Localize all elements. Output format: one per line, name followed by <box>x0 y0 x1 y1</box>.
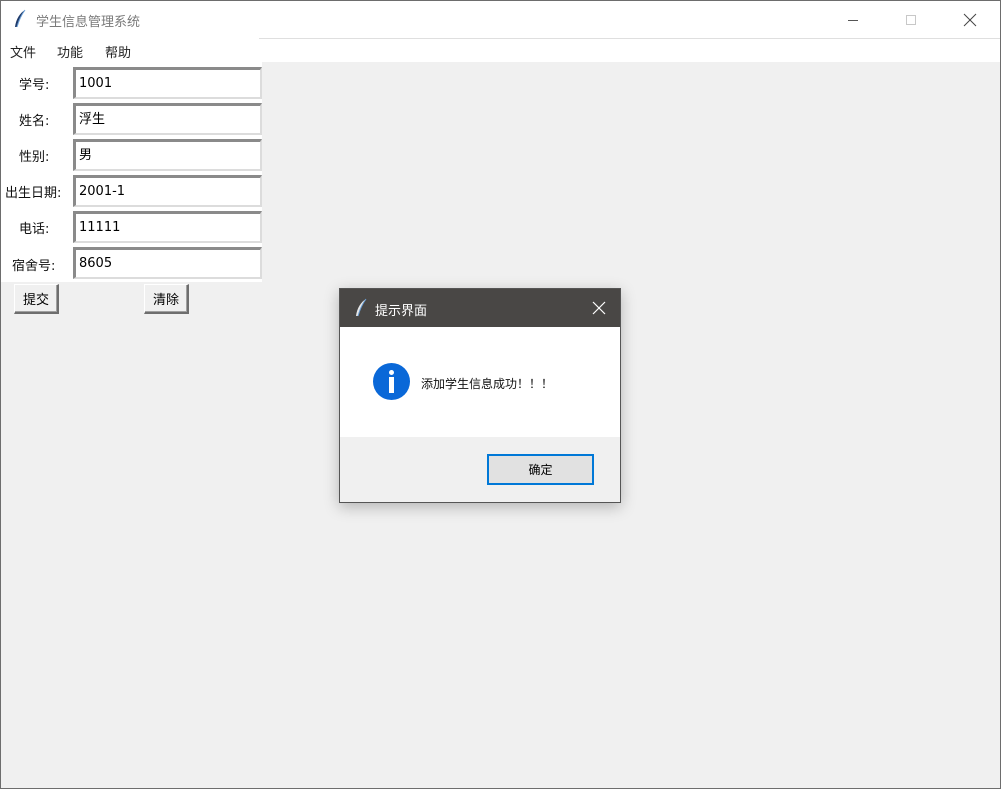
label-phone: 电话: <box>19 222 50 237</box>
submit-button[interactable]: 提交 <box>14 284 59 314</box>
dialog-message: 添加学生信息成功！！！ <box>421 377 554 391</box>
feather-icon <box>13 9 27 29</box>
label-student-id: 学号: <box>19 78 50 93</box>
menu-file[interactable]: 文件 <box>10 42 36 61</box>
maximize-icon <box>906 14 916 25</box>
menu-bar: 文件 功能 帮助 <box>1 38 1000 62</box>
info-icon <box>373 363 410 400</box>
gender-input[interactable]: 男 <box>73 139 262 171</box>
menu-help[interactable]: 帮助 <box>105 42 131 61</box>
dialog-body: 添加学生信息成功！！！ <box>340 327 620 437</box>
clear-button[interactable]: 清除 <box>144 284 189 314</box>
minimize-icon <box>848 19 858 21</box>
phone-input[interactable]: 11111 <box>73 211 262 243</box>
maximize-button[interactable] <box>882 1 940 38</box>
title-bar: 学生信息管理系统 <box>1 1 1000 38</box>
message-dialog: 提示界面 添加学生信息成功！！！ 确定 <box>339 288 621 503</box>
dialog-footer: 确定 <box>340 437 620 502</box>
menu-function[interactable]: 功能 <box>57 42 83 61</box>
close-button[interactable] <box>941 1 999 38</box>
dialog-title: 提示界面 <box>375 304 428 319</box>
feather-icon <box>354 298 368 318</box>
dialog-title-bar: 提示界面 <box>340 289 620 327</box>
label-gender: 性别: <box>19 150 50 165</box>
name-input[interactable]: 浮生 <box>73 103 262 135</box>
label-birth-date: 出生日期: <box>5 186 62 201</box>
birth-date-input[interactable]: 2001-1 <box>73 175 262 207</box>
dorm-number-input[interactable]: 8605 <box>73 247 262 279</box>
ok-button[interactable]: 确定 <box>487 454 594 485</box>
label-name: 姓名: <box>19 114 50 129</box>
student-id-input[interactable]: 1001 <box>73 67 262 99</box>
minimize-button[interactable] <box>824 1 882 38</box>
window-title: 学生信息管理系统 <box>36 15 141 30</box>
close-icon <box>963 13 977 26</box>
close-icon <box>592 301 606 315</box>
label-dorm-number: 宿舍号: <box>12 259 56 274</box>
dialog-close-button[interactable] <box>583 292 615 324</box>
